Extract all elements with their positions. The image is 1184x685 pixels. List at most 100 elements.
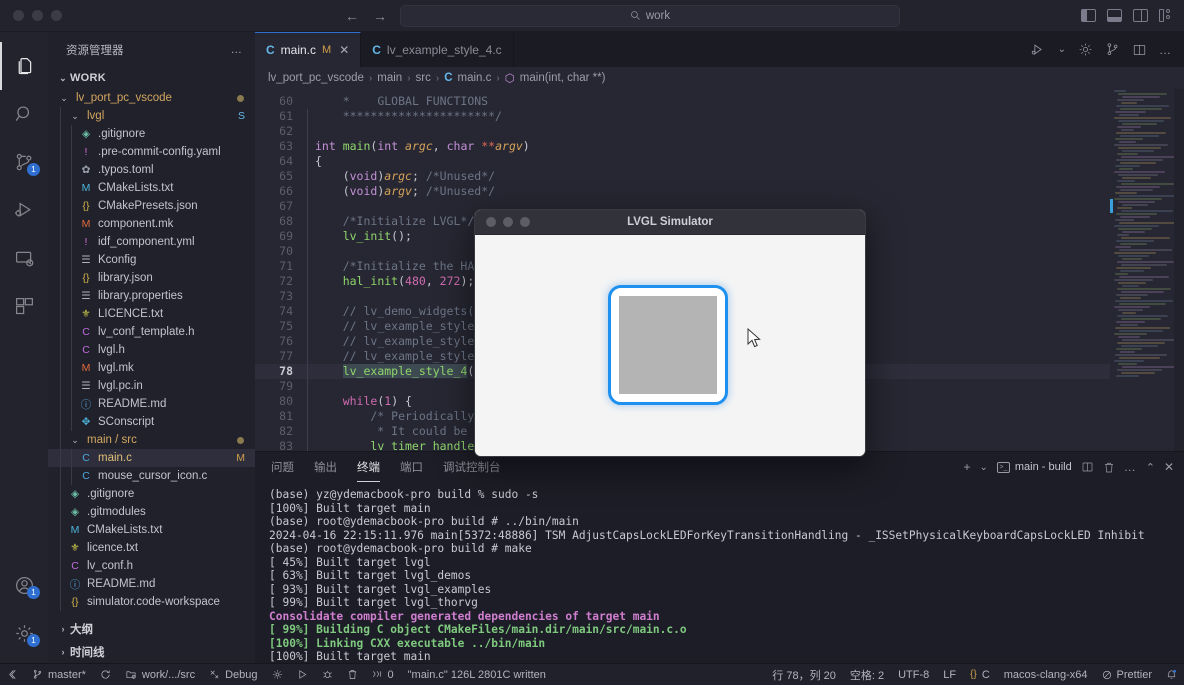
panel-tab-2[interactable]: 终端 [357, 452, 380, 482]
tree-file-row[interactable]: !idf_component.yml [48, 233, 255, 251]
tree-folder-row[interactable]: ⌄lvglS [48, 107, 255, 125]
breadcrumb[interactable]: lv_port_pc_vscode›main›src›Cmain.c›⬡main… [255, 67, 1184, 89]
status-gear[interactable] [265, 664, 290, 685]
terminal-selector[interactable]: >_ main - build [997, 461, 1072, 473]
command-center-search[interactable]: work [400, 5, 900, 27]
minimap[interactable] [1110, 89, 1184, 451]
customize-layout-icon[interactable] [1159, 9, 1174, 22]
file-tree[interactable]: ⌄lv_port_pc_vscode⌄lvglS◈.gitignore!.pre… [48, 89, 255, 617]
code-line[interactable]: 65 (void)argc; /*Unused*/ [255, 169, 1110, 184]
status-prettier[interactable]: Prettier [1095, 664, 1159, 685]
lvgl-simulator-window[interactable]: LVGL Simulator [474, 209, 866, 457]
code-line[interactable]: 60 * GLOBAL FUNCTIONS [255, 94, 1110, 109]
tree-file-row[interactable]: ☰library.properties [48, 287, 255, 305]
chevron-up-icon[interactable]: ⌃ [1146, 461, 1155, 474]
sidebar-item-explorer[interactable] [0, 42, 48, 90]
tree-file-row[interactable]: MCMakeLists.txt [48, 521, 255, 539]
timeline-section[interactable]: › 时间线 [48, 640, 255, 663]
close-window-button[interactable] [13, 10, 24, 21]
tree-file-row[interactable]: !.pre-commit-config.yaml [48, 143, 255, 161]
status-language-mode[interactable]: {} C [963, 664, 997, 685]
simulator-minimize-button[interactable] [503, 217, 513, 227]
status-sync[interactable] [93, 664, 118, 685]
sidebar-item-remote-explorer[interactable] [0, 234, 48, 282]
code-line[interactable]: 62 [255, 124, 1110, 139]
tree-file-row[interactable]: ◈.gitmodules [48, 503, 255, 521]
outline-section[interactable]: › 大纲 [48, 617, 255, 640]
tree-file-row[interactable]: ⚜LICENCE.txt [48, 305, 255, 323]
chevron-down-icon[interactable]: ⌄ [979, 462, 987, 473]
toggle-panel-icon[interactable] [1107, 9, 1122, 22]
status-remote[interactable] [0, 664, 25, 685]
simulator-window-controls[interactable] [475, 217, 530, 227]
tree-file-row[interactable]: Mlvgl.mk [48, 359, 255, 377]
breadcrumb-item[interactable]: lv_port_pc_vscode [268, 72, 364, 84]
tree-file-row[interactable]: ☰lvgl.pc.in [48, 377, 255, 395]
tree-file-row[interactable]: ◈.gitignore [48, 125, 255, 143]
simulator-canvas[interactable] [475, 235, 865, 457]
status-folder[interactable]: work/.../src [118, 664, 202, 685]
tree-file-row[interactable]: ⓘREADME.md [48, 395, 255, 413]
code-line[interactable]: 63int main(int argc, char **argv) [255, 139, 1110, 154]
window-controls[interactable] [0, 10, 100, 21]
sidebar-item-source-control[interactable]: 1 [0, 138, 48, 186]
status-debug-config[interactable]: Debug [202, 664, 264, 685]
tree-file-row[interactable]: {}simulator.code-workspace [48, 593, 255, 611]
tree-file-row[interactable]: ✥SConscript [48, 413, 255, 431]
status-run[interactable] [290, 664, 315, 685]
code-line[interactable]: 64{ [255, 154, 1110, 169]
tree-folder-row[interactable]: ⌄main / src [48, 431, 255, 449]
tree-file-row[interactable]: ✿.typos.toml [48, 161, 255, 179]
tree-file-row[interactable]: Clv_conf_template.h [48, 323, 255, 341]
panel-tab-3[interactable]: 端口 [400, 452, 423, 482]
tree-file-row[interactable]: ◈.gitignore [48, 485, 255, 503]
status-git-branch[interactable]: master* [25, 664, 93, 685]
panel-tab-1[interactable]: 输出 [314, 452, 337, 482]
trash-icon[interactable] [1103, 461, 1115, 474]
close-icon[interactable]: ✕ [339, 43, 349, 57]
split-editor-icon[interactable] [1132, 43, 1147, 57]
manage-button[interactable]: 1 [0, 609, 48, 657]
gear-icon[interactable] [1078, 42, 1093, 57]
simulator-close-button[interactable] [486, 217, 496, 227]
tree-file-row[interactable]: ⓘREADME.md [48, 575, 255, 593]
tree-file-row[interactable]: Cmouse_cursor_icon.c [48, 467, 255, 485]
explorer-more-icon[interactable]: … [231, 44, 244, 56]
tab-lv-example-style-4-c[interactable]: C lv_example_style_4.c [361, 32, 513, 67]
maximize-window-button[interactable] [51, 10, 62, 21]
status-notifications[interactable] [1159, 664, 1184, 685]
tree-file-row[interactable]: MCMakeLists.txt [48, 179, 255, 197]
breadcrumb-item[interactable]: main(int, char **) [520, 72, 606, 84]
simulator-title-bar[interactable]: LVGL Simulator [475, 210, 865, 235]
status-cursor-position[interactable]: 行 78，列 20 [765, 664, 843, 685]
lvgl-styled-object[interactable] [608, 285, 728, 405]
status-indentation[interactable]: 空格: 2 [843, 664, 891, 685]
back-icon[interactable]: ← [345, 9, 359, 23]
more-icon[interactable]: … [1159, 43, 1172, 57]
chevron-down-icon[interactable]: ⌄ [1058, 44, 1066, 55]
tree-file-row[interactable]: ☰Kconfig [48, 251, 255, 269]
toggle-primary-sidebar-icon[interactable] [1081, 9, 1096, 22]
panel-tab-0[interactable]: 问题 [271, 452, 294, 482]
code-line[interactable]: 61 **********************/ [255, 109, 1110, 124]
sidebar-item-run-and-debug[interactable] [0, 186, 48, 234]
status-toolchain[interactable]: macos-clang-x64 [997, 664, 1095, 685]
breadcrumb-item[interactable]: src [416, 72, 431, 84]
split-terminal-icon[interactable] [1081, 461, 1094, 473]
more-icon[interactable]: … [1124, 460, 1137, 474]
tree-folder-row[interactable]: ⌄lv_port_pc_vscode [48, 89, 255, 107]
tree-file-row[interactable]: Clv_conf.h [48, 557, 255, 575]
forward-icon[interactable]: → [373, 9, 387, 23]
status-trash[interactable] [340, 664, 365, 685]
sidebar-item-extensions[interactable] [0, 282, 48, 330]
toggle-secondary-sidebar-icon[interactable] [1133, 9, 1148, 22]
new-terminal-icon[interactable]: + [963, 460, 970, 474]
breadcrumb-item[interactable]: main.c [458, 72, 492, 84]
status-debug[interactable] [315, 664, 340, 685]
tree-file-row[interactable]: Clvgl.h [48, 341, 255, 359]
status-problems[interactable]: 0 [365, 664, 401, 685]
tree-file-row[interactable]: {}CMakePresets.json [48, 197, 255, 215]
tree-file-row[interactable]: Mcomponent.mk [48, 215, 255, 233]
tab-main-c[interactable]: C main.c M ✕ [255, 32, 361, 67]
tree-file-row[interactable]: Cmain.cM [48, 449, 255, 467]
